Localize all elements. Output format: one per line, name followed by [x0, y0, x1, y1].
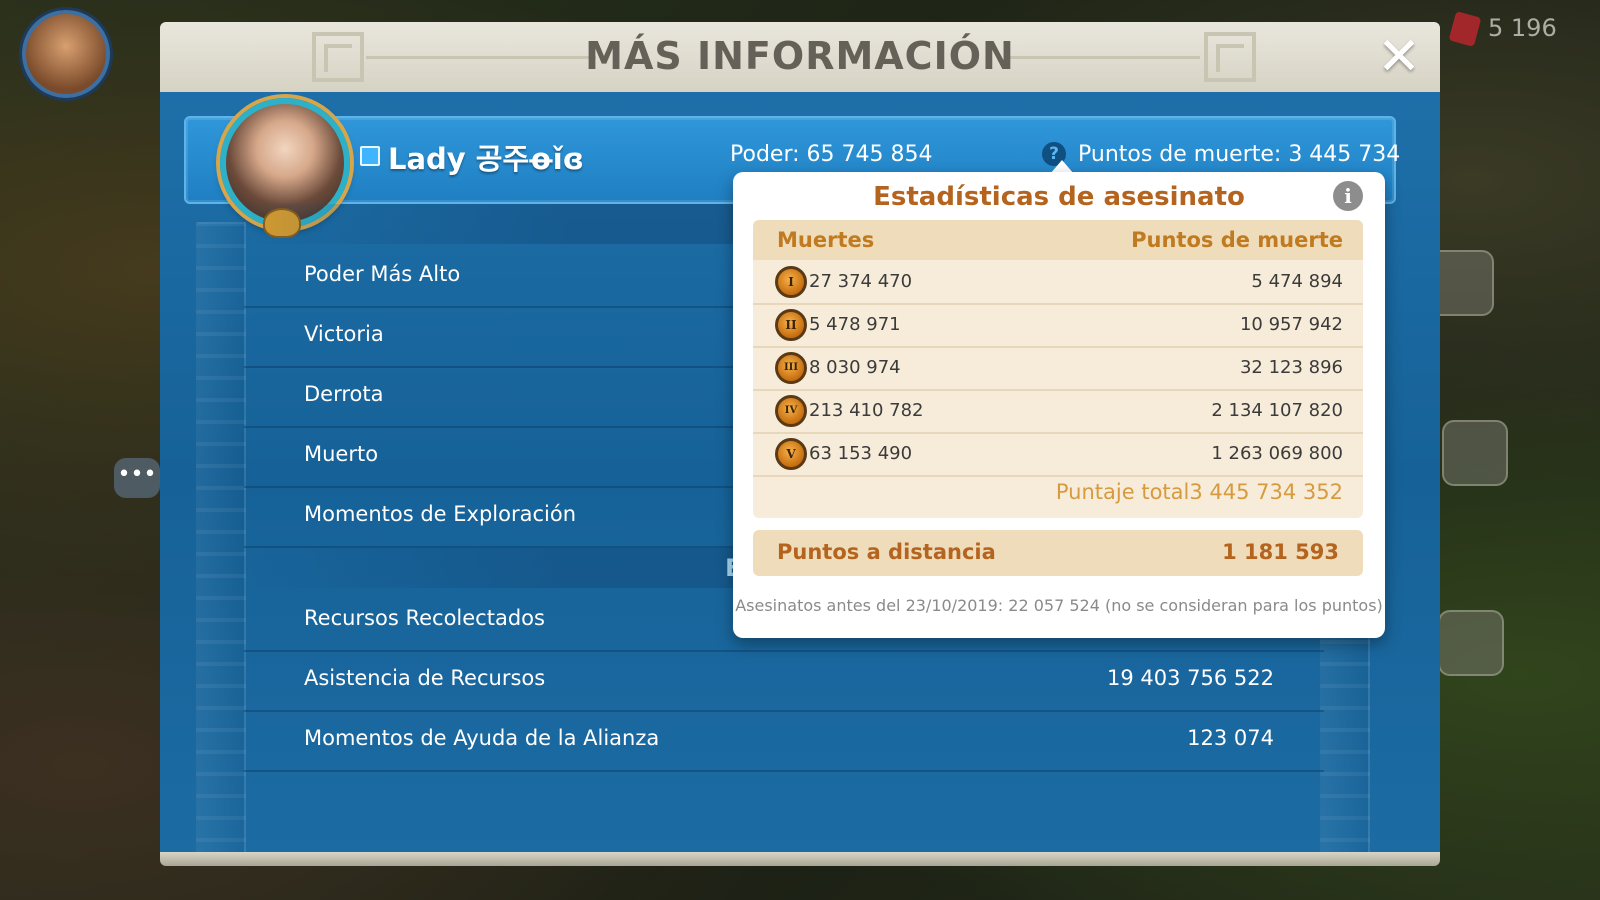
- stat-label: Momentos de Exploración: [304, 502, 577, 526]
- kill-row: II 5 478 971 10 957 942: [753, 303, 1363, 348]
- kill-row: IV 213 410 782 2 134 107 820: [753, 389, 1363, 434]
- close-icon[interactable]: ✕: [1372, 30, 1426, 84]
- stat-row: Asistencia de Recursos 19 403 756 522: [244, 652, 1324, 712]
- chat-icon[interactable]: •••: [114, 458, 160, 498]
- tier-medal-icon: IV: [775, 395, 807, 427]
- stat-label: Victoria: [304, 322, 384, 346]
- stat-row: Momentos de Ayuda de la Alianza 123 074: [244, 712, 1324, 772]
- popup-title: Estadísticas de asesinato: [873, 182, 1245, 212]
- kill-points: 32 123 896: [1239, 357, 1343, 378]
- info-icon[interactable]: i: [1333, 181, 1363, 211]
- hud-profile-avatar[interactable]: [22, 10, 110, 98]
- tier-medal-icon: II: [775, 309, 807, 341]
- kill-table: Muertes Puntos de muerte I 27 374 470 5 …: [753, 220, 1363, 518]
- player-death-points: Puntos de muerte: 3 445 734: [1078, 142, 1401, 167]
- stat-label: Derrota: [304, 382, 384, 406]
- stat-label: Recursos Recolectados: [304, 606, 545, 630]
- popup-footnote: Asesinatos antes del 23/10/2019: 22 057 …: [735, 596, 1383, 615]
- distance-points-box: Puntos a distancia 1 181 593: [753, 530, 1363, 576]
- kill-count: 213 410 782: [809, 400, 924, 421]
- kill-count: 63 153 490: [809, 443, 913, 464]
- hud-gems-value: 5 196: [1488, 14, 1557, 42]
- column-header-kills: Muertes: [777, 228, 875, 252]
- stat-value: 19 403 756 522: [1107, 666, 1274, 690]
- kill-points: 1 263 069 800: [1211, 443, 1343, 464]
- player-tag-icon[interactable]: [360, 146, 380, 166]
- stat-label: Muerto: [304, 442, 379, 466]
- kill-count: 8 030 974: [809, 357, 901, 378]
- stat-label: Poder Más Alto: [304, 262, 461, 286]
- total-score: Puntaje total3 445 734 352: [1055, 480, 1343, 504]
- tier-medal-icon: I: [775, 266, 807, 298]
- player-power: Poder: 65 745 854: [730, 142, 933, 167]
- kill-count: 5 478 971: [809, 314, 901, 335]
- kill-points: 10 957 942: [1239, 314, 1343, 335]
- player-name: Lady 공주ꝋǐɞ: [388, 142, 584, 176]
- stat-label: Momentos de Ayuda de la Alianza: [304, 726, 660, 750]
- kill-table-header: Muertes Puntos de muerte: [753, 220, 1363, 260]
- side-menu-button[interactable]: [1438, 610, 1504, 676]
- kill-points: 5 474 894: [1251, 271, 1343, 292]
- panel-title: MÁS INFORMACIÓN: [585, 34, 1015, 78]
- kill-row: I 27 374 470 5 474 894: [753, 260, 1363, 305]
- kill-count: 27 374 470: [809, 271, 913, 292]
- kill-statistics-popup: Estadísticas de asesinato i Muertes Punt…: [733, 172, 1385, 638]
- side-menu-button[interactable]: [1442, 420, 1508, 486]
- panel-bottom-bar: [160, 852, 1440, 866]
- column-header-points: Puntos de muerte: [1131, 228, 1343, 252]
- greek-border-decoration: [196, 222, 246, 866]
- distance-points-label: Puntos a distancia: [777, 540, 996, 564]
- stat-value: 123 074: [1187, 726, 1274, 750]
- panel-title-bar: MÁS INFORMACIÓN ✕: [160, 22, 1440, 95]
- distance-points-value: 1 181 593: [1222, 540, 1339, 564]
- stat-label: Asistencia de Recursos: [304, 666, 546, 690]
- tier-medal-icon: III: [775, 352, 807, 384]
- kill-row: V 63 153 490 1 263 069 800: [753, 432, 1363, 477]
- kill-points: 2 134 107 820: [1211, 400, 1343, 421]
- tier-medal-icon: V: [775, 438, 807, 470]
- kill-row: III 8 030 974 32 123 896: [753, 346, 1363, 391]
